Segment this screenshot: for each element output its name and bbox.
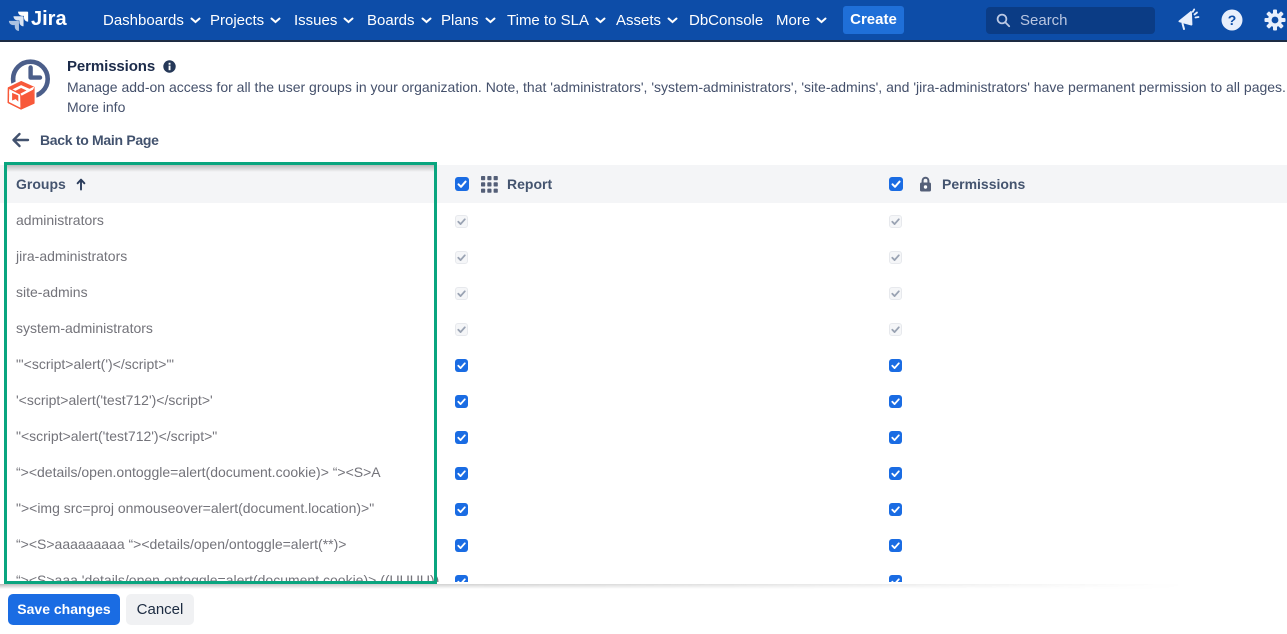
svg-text:?: ? [1228,12,1237,28]
